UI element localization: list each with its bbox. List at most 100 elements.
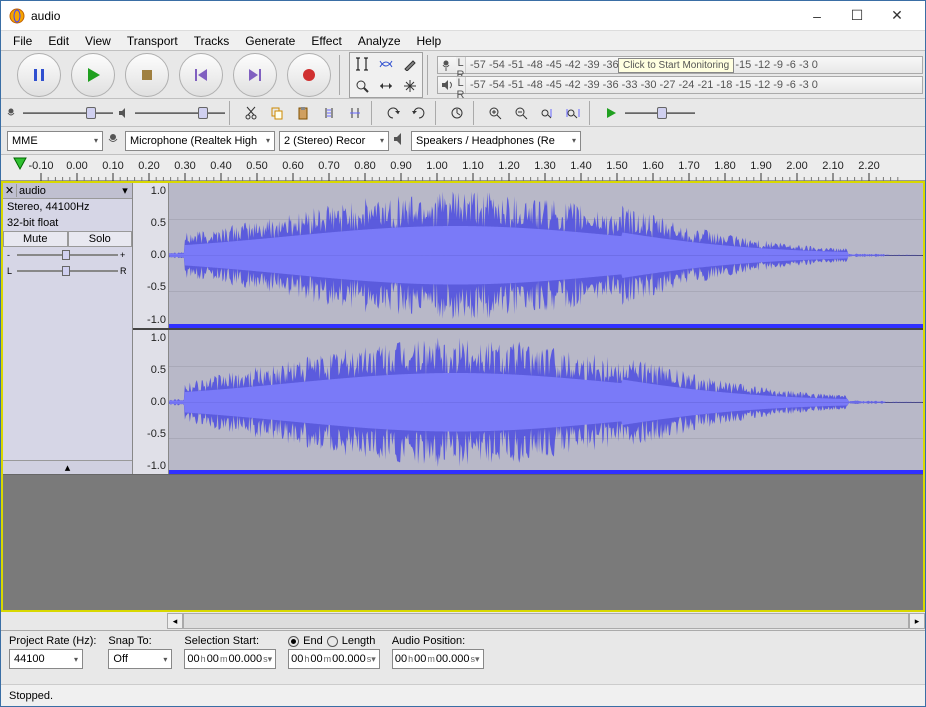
track-name[interactable]: audio (17, 185, 118, 197)
svg-text:1.10: 1.10 (462, 160, 483, 172)
tracks-empty-area[interactable] (3, 475, 923, 610)
audio-position-time[interactable]: 00h00m00.000s▾ (392, 649, 484, 669)
redo-button[interactable] (407, 102, 431, 124)
window-maximize-button[interactable]: ☐ (837, 2, 877, 30)
sync-lock-button[interactable] (445, 102, 469, 124)
svg-text:1.80: 1.80 (714, 160, 735, 172)
recording-device-combo[interactable]: Microphone (Realtek High▾ (125, 131, 275, 151)
separator (473, 101, 479, 125)
meter-scale: -57 -54 -51 -48 -45 -42 -39 -36 -33 -30 … (466, 79, 922, 91)
waveform-left[interactable] (169, 183, 923, 328)
window-title: audio (31, 9, 797, 23)
menu-view[interactable]: View (77, 32, 119, 50)
svg-text:0.50: 0.50 (246, 160, 267, 172)
tools-grid (349, 52, 423, 98)
svg-text:0.80: 0.80 (354, 160, 375, 172)
mute-button[interactable]: Mute (3, 231, 68, 247)
audio-host-combo[interactable]: MME▾ (7, 131, 103, 151)
menu-edit[interactable]: Edit (40, 32, 77, 50)
length-label: Length (342, 635, 376, 647)
playback-volume-slider[interactable] (135, 105, 225, 121)
track-collapse-button[interactable]: ▴ (3, 460, 132, 474)
cut-button[interactable] (239, 102, 263, 124)
svg-text:0.40: 0.40 (210, 160, 231, 172)
copy-button[interactable] (265, 102, 289, 124)
stop-button[interactable] (125, 53, 169, 97)
svg-text:1.40: 1.40 (570, 160, 591, 172)
separator (339, 55, 345, 95)
selection-toolbar: Project Rate (Hz): 44100▾ Snap To: Off▾ … (1, 630, 925, 684)
zoom-in-button[interactable] (483, 102, 507, 124)
project-rate-label: Project Rate (Hz): (9, 635, 96, 647)
project-rate-combo[interactable]: 44100▾ (9, 649, 83, 669)
svg-text:1.90: 1.90 (750, 160, 771, 172)
monitor-tooltip[interactable]: Click to Start Monitoring (618, 58, 734, 73)
menu-help[interactable]: Help (409, 32, 450, 50)
menu-transport[interactable]: Transport (119, 32, 186, 50)
meter-lr-label: LR (456, 57, 466, 73)
device-toolbar: MME▾ Microphone (Realtek High▾ 2 (Stereo… (1, 127, 925, 155)
speaker-icon (393, 132, 407, 149)
trim-button[interactable] (317, 102, 341, 124)
recording-meter[interactable]: LR -57 -54 -51 -48 -45 -42 -39 -36 -33 -… (437, 56, 923, 74)
paste-button[interactable] (291, 102, 315, 124)
skip-start-button[interactable] (179, 53, 223, 97)
playback-speed-slider[interactable] (625, 105, 695, 121)
length-radio[interactable] (327, 636, 338, 647)
svg-text:1.30: 1.30 (534, 160, 555, 172)
svg-text:2.00: 2.00 (786, 160, 807, 172)
play-at-speed-button[interactable] (599, 102, 623, 124)
track-format: Stereo, 44100Hz (3, 199, 132, 215)
multi-tool[interactable] (398, 75, 422, 97)
selection-tool[interactable] (350, 53, 374, 75)
menu-tracks[interactable]: Tracks (186, 32, 238, 50)
separator (371, 101, 377, 125)
separator (427, 55, 433, 95)
playback-device-combo[interactable]: Speakers / Headphones (Re▾ (411, 131, 581, 151)
record-button[interactable] (287, 53, 331, 97)
draw-tool[interactable] (398, 53, 422, 75)
menu-effect[interactable]: Effect (303, 32, 349, 50)
window-close-button[interactable]: ✕ (877, 2, 917, 30)
scroll-left-button[interactable]: ◂ (167, 613, 183, 629)
menu-file[interactable]: File (5, 32, 40, 50)
window-minimize-button[interactable]: – (797, 2, 837, 30)
menu-generate[interactable]: Generate (237, 32, 303, 50)
timeline-ruler[interactable]: -0.100.000.100.200.300.400.500.600.700.8… (1, 155, 925, 181)
mic-icon (3, 107, 21, 119)
pause-button[interactable] (17, 53, 61, 97)
audio-position-label: Audio Position: (392, 635, 484, 647)
selection-start-time[interactable]: 00h00m00.000s▾ (184, 649, 276, 669)
menu-analyze[interactable]: Analyze (350, 32, 409, 50)
zoom-tool[interactable] (350, 75, 374, 97)
track-close-button[interactable]: ✕ (3, 184, 17, 197)
waveform-right[interactable] (169, 330, 923, 475)
play-button[interactable] (71, 53, 115, 97)
status-text: Stopped. (9, 690, 53, 702)
meter-lr-label: LR (456, 77, 466, 93)
solo-button[interactable]: Solo (68, 231, 133, 247)
gain-slider[interactable]: -+ (3, 247, 132, 263)
undo-button[interactable] (381, 102, 405, 124)
horizontal-scrollbar[interactable]: ◂ ▸ (1, 612, 925, 630)
zoom-out-button[interactable] (509, 102, 533, 124)
playback-meter[interactable]: LR -57 -54 -51 -48 -45 -42 -39 -36 -33 -… (437, 76, 923, 94)
envelope-tool[interactable] (374, 53, 398, 75)
track-menu-button[interactable]: ▾ (118, 184, 132, 197)
svg-text:1.20: 1.20 (498, 160, 519, 172)
snap-to-combo[interactable]: Off▾ (108, 649, 172, 669)
vertical-scale[interactable]: 1.00.50.0-0.5-1.0 (133, 183, 169, 328)
svg-text:2.10: 2.10 (822, 160, 843, 172)
skip-end-button[interactable] (233, 53, 277, 97)
end-radio[interactable] (288, 636, 299, 647)
pan-slider[interactable]: LR (3, 263, 132, 279)
selection-end-time[interactable]: 00h00m00.000s▾ (288, 649, 380, 669)
fit-project-button[interactable] (561, 102, 585, 124)
silence-button[interactable] (343, 102, 367, 124)
vertical-scale[interactable]: 1.00.50.0-0.5-1.0 (133, 330, 169, 475)
fit-selection-button[interactable] (535, 102, 559, 124)
recording-channels-combo[interactable]: 2 (Stereo) Recor▾ (279, 131, 389, 151)
timeshift-tool[interactable] (374, 75, 398, 97)
scroll-right-button[interactable]: ▸ (909, 613, 925, 629)
recording-volume-slider[interactable] (23, 105, 113, 121)
